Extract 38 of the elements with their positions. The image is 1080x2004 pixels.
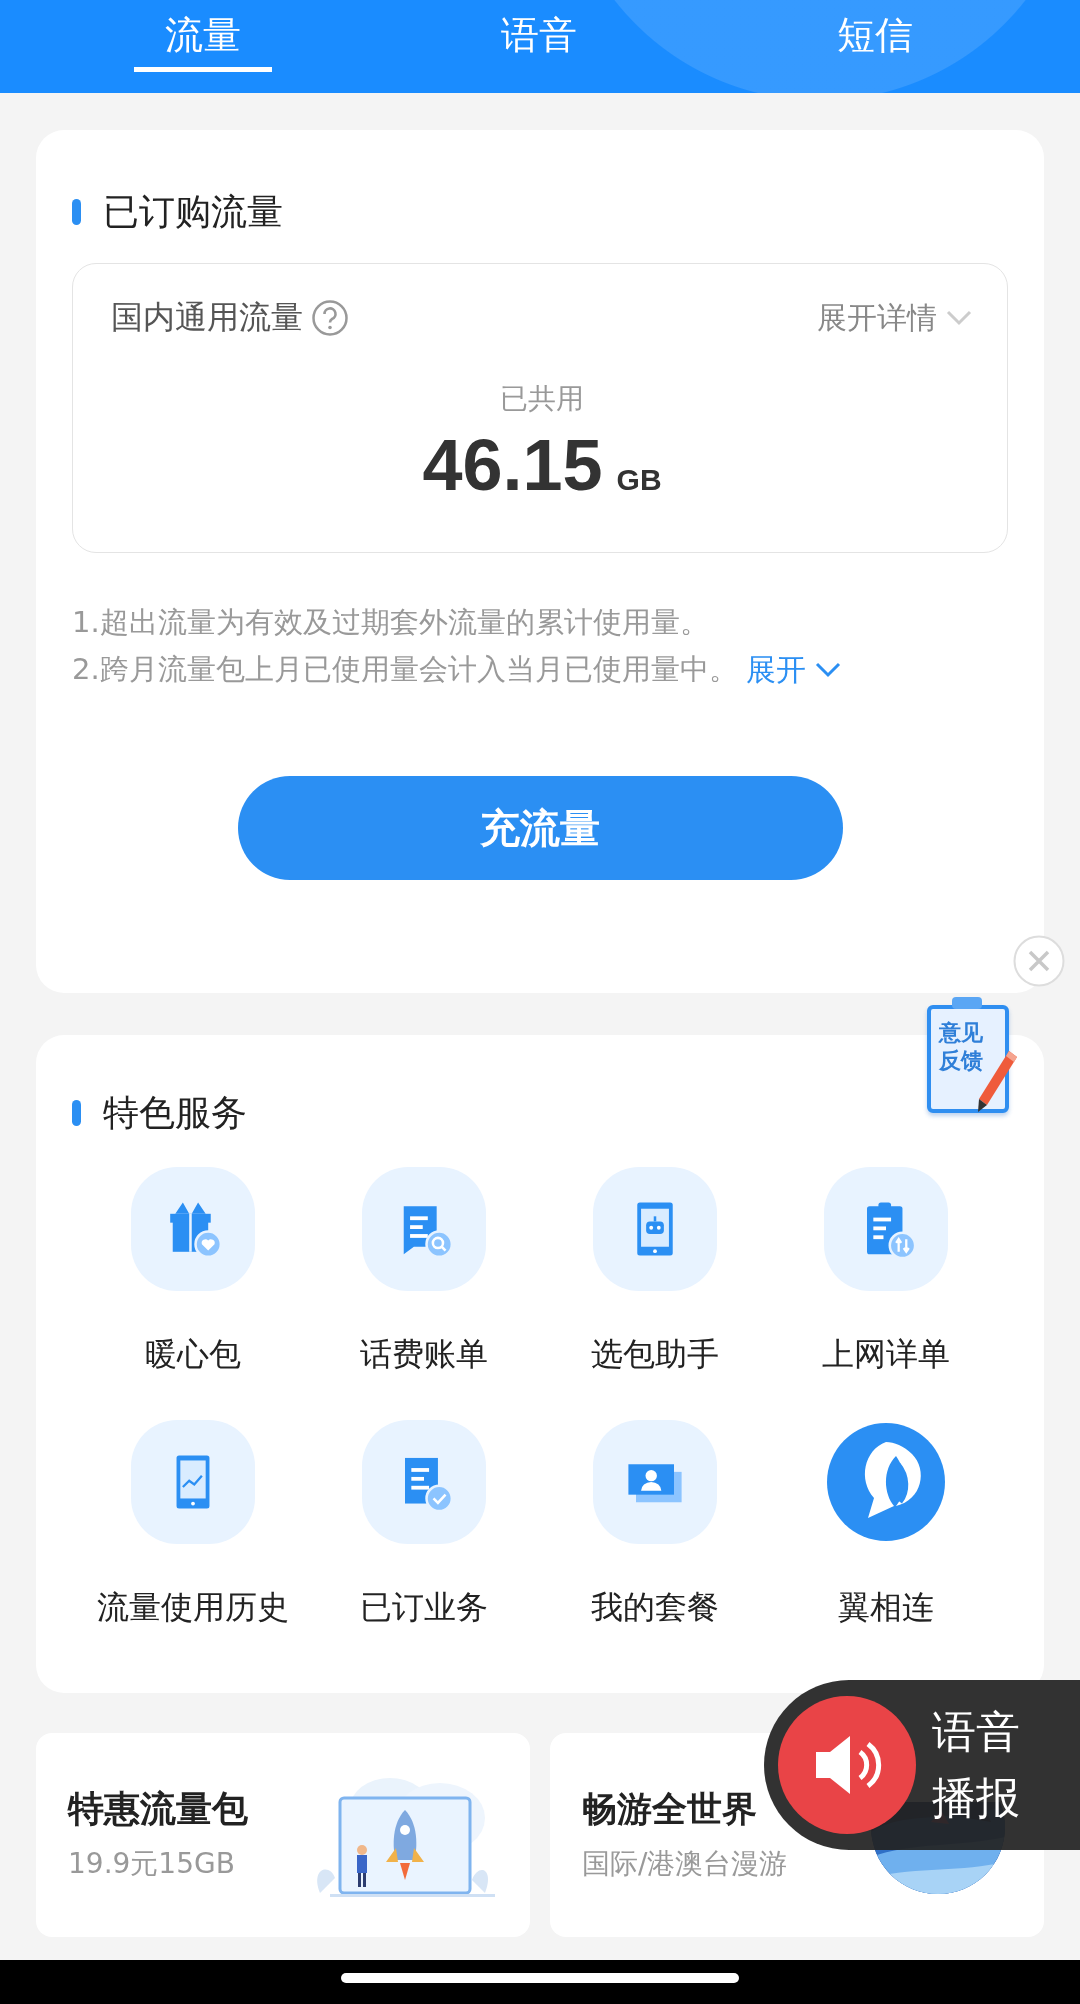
promo-card[interactable]: 特惠流量包 19.9元15GB xyxy=(36,1733,530,1937)
note-text: 1.超出流量为有效及过期套外流量的累计使用量。 xyxy=(72,604,710,641)
pool-name: 国内通用流量 xyxy=(111,297,303,338)
service-item[interactable]: 上网详单 xyxy=(770,1167,1001,1374)
service-item[interactable]: 流量使用历史 xyxy=(77,1420,308,1627)
used-value: 46.15 xyxy=(422,425,603,505)
service-item[interactable]: 暖心包 xyxy=(77,1167,308,1374)
service-label: 上网详单 xyxy=(821,1334,950,1374)
chevron-down-icon xyxy=(945,309,973,327)
help-icon[interactable] xyxy=(311,299,349,337)
voice-broadcast-button[interactable]: 语音 播报 xyxy=(764,1680,1080,1850)
used-label: 已共用 xyxy=(500,383,584,415)
used-unit: GB xyxy=(616,463,662,497)
service-item[interactable]: 翼相连 xyxy=(770,1420,1001,1627)
home-indicator[interactable] xyxy=(341,1973,739,1983)
service-item[interactable]: 我的套餐 xyxy=(539,1420,770,1627)
service-label: 已订业务 xyxy=(359,1587,488,1627)
promo-title: 特惠流量包 xyxy=(68,1788,248,1830)
promo-subtitle: 19.9元15GB xyxy=(68,1846,236,1882)
service-label: 选包助手 xyxy=(590,1334,719,1374)
service-item[interactable]: 话费账单 xyxy=(308,1167,539,1374)
service-label: 话费账单 xyxy=(359,1334,488,1374)
section-marker xyxy=(72,199,81,225)
speaker-icon xyxy=(778,1696,916,1834)
section-title: 已订购流量 xyxy=(103,192,283,232)
service-label: 流量使用历史 xyxy=(96,1587,289,1627)
note-text: 2.跨月流量包上月已使用量会计入当月已使用量中。 xyxy=(72,651,738,688)
service-item[interactable]: 已订业务 xyxy=(308,1420,539,1627)
section-marker xyxy=(72,1100,81,1126)
service-label: 翼相连 xyxy=(837,1587,934,1627)
service-label: 暖心包 xyxy=(144,1334,241,1374)
details-toggle[interactable]: 展开详情 xyxy=(817,297,973,339)
promo-title: 畅游全世界 xyxy=(582,1788,758,1830)
service-item[interactable]: 选包助手 xyxy=(539,1167,770,1374)
service-label: 我的套餐 xyxy=(590,1587,719,1627)
chevron-down-icon xyxy=(813,660,842,679)
section-title: 特色服务 xyxy=(103,1093,247,1133)
close-icon[interactable] xyxy=(1013,935,1065,987)
